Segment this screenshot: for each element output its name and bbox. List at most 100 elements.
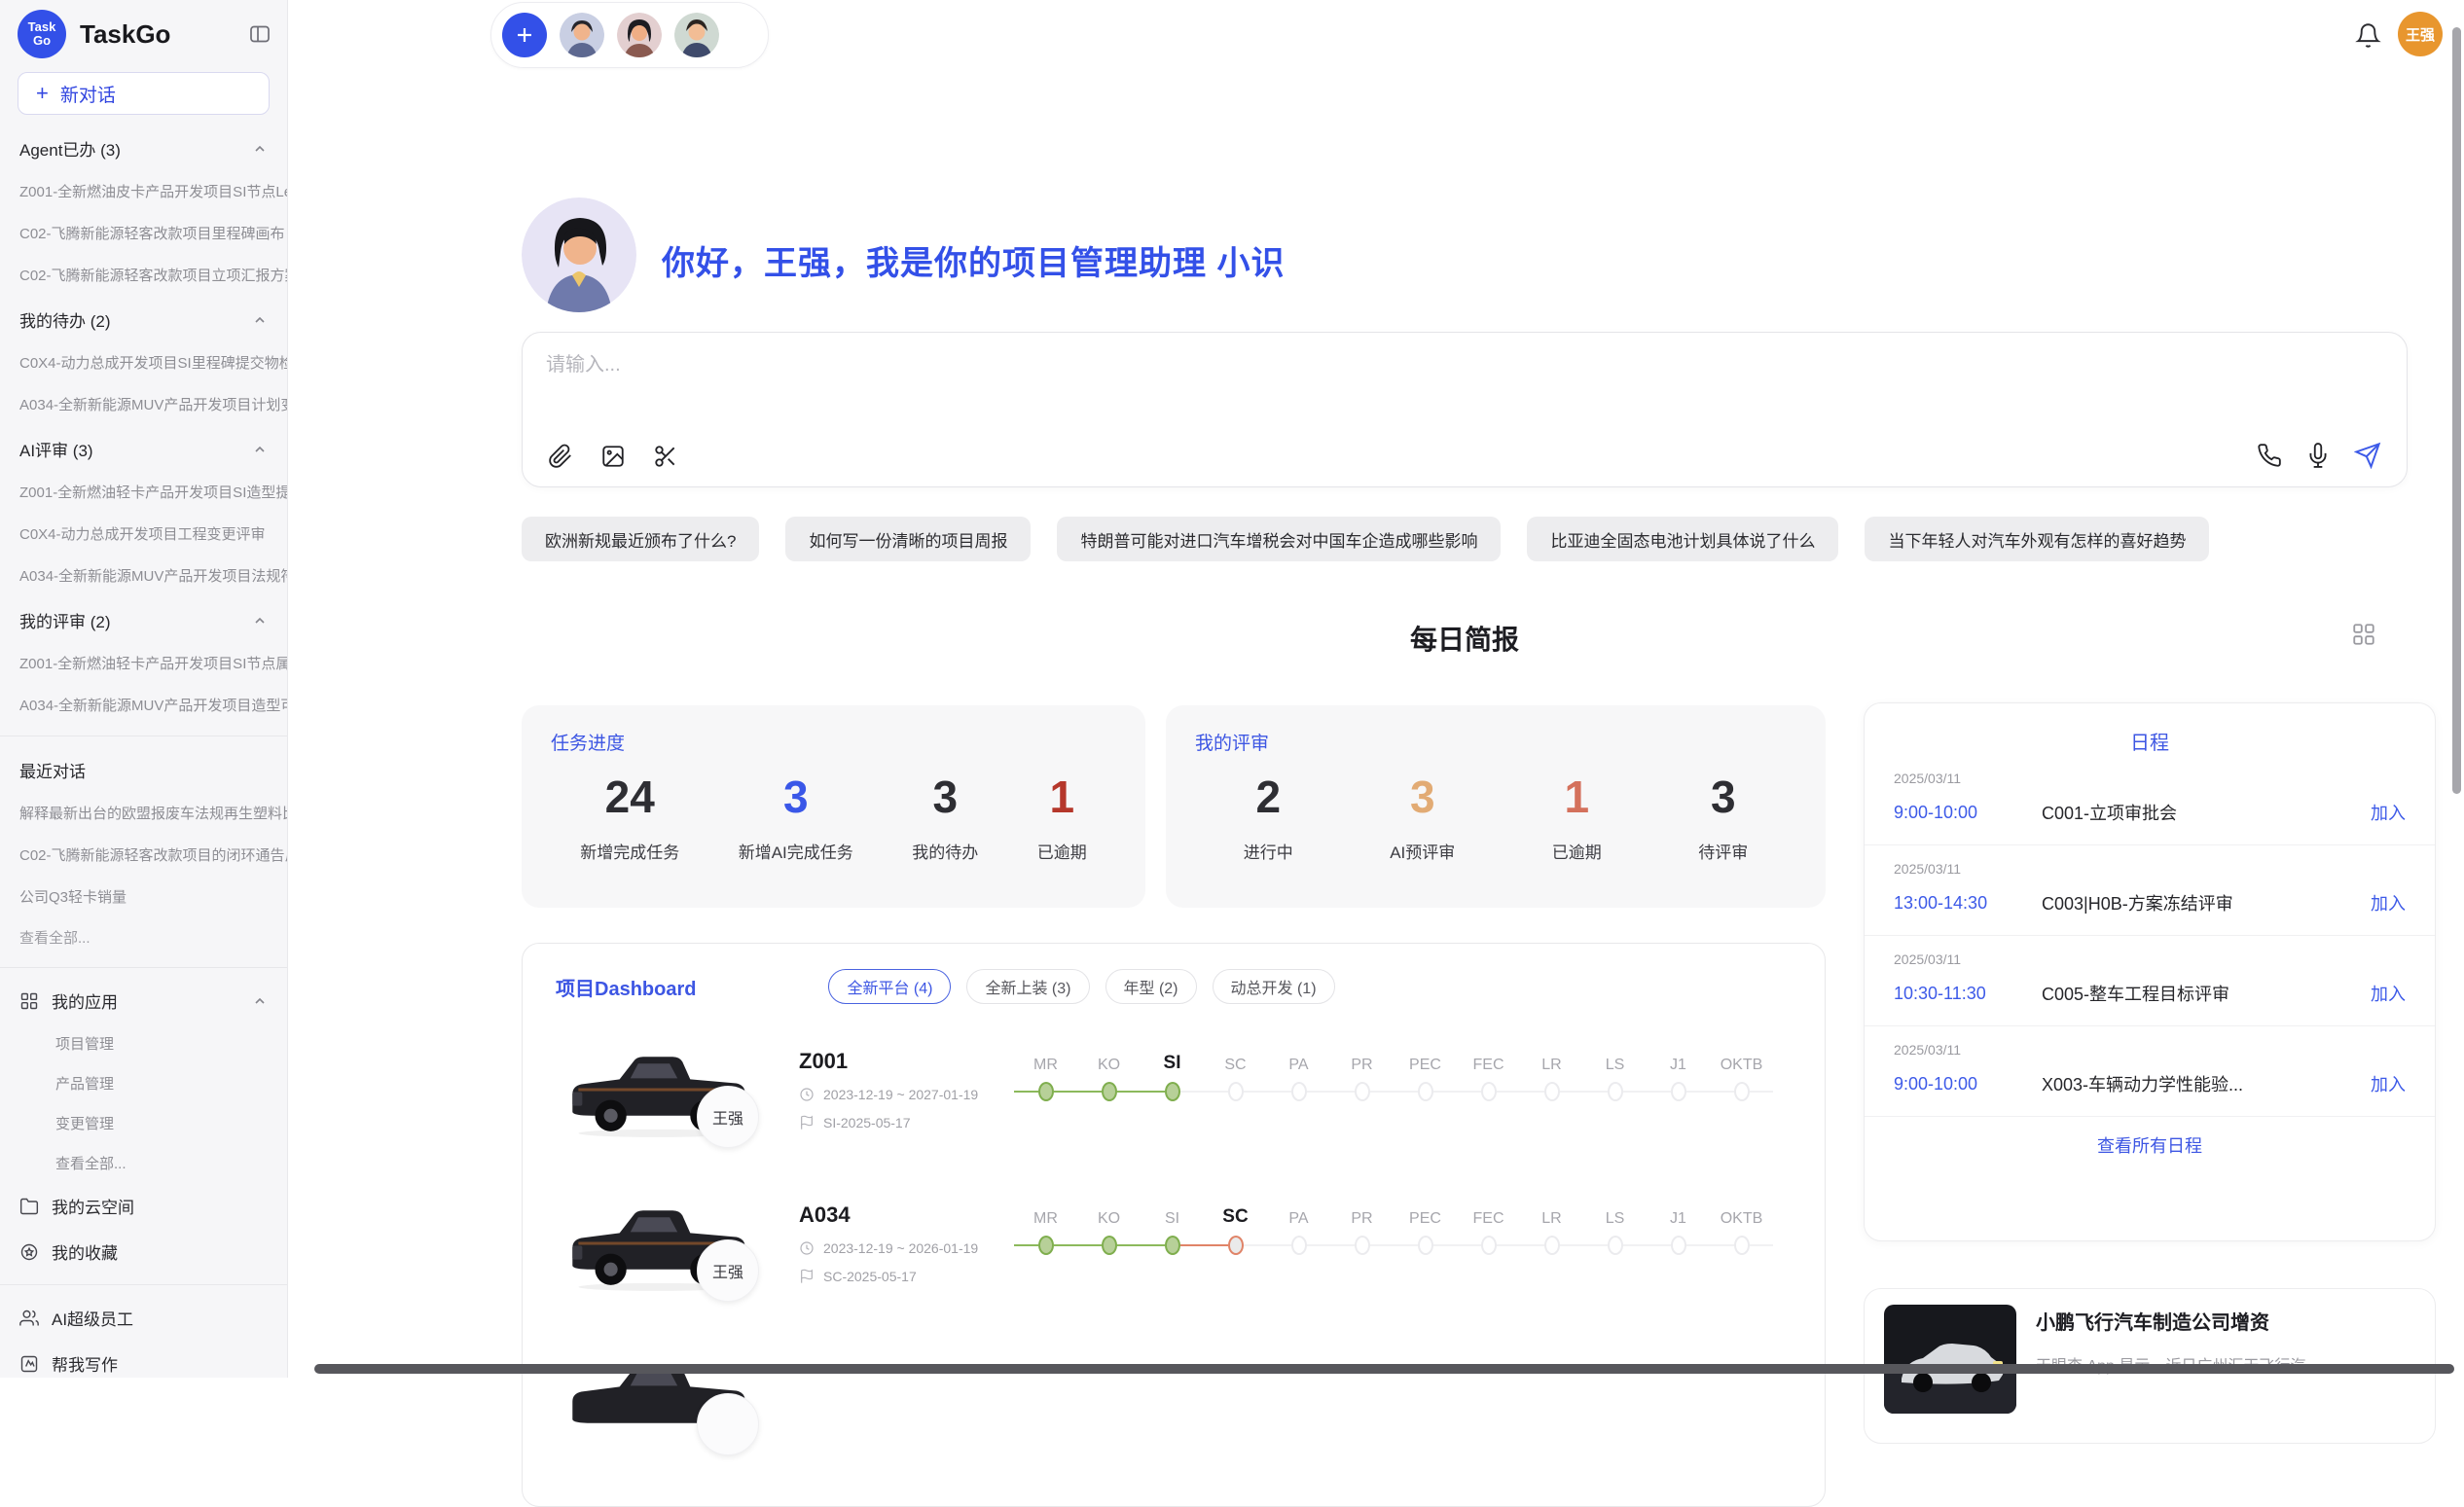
milestone-si: SI (1141, 1201, 1204, 1256)
stat-value: 1 (1552, 769, 1602, 825)
filter-new-body[interactable]: 全新上装 (3) (966, 969, 1089, 1004)
chevron-up-icon[interactable] (252, 993, 268, 1009)
sidebar-item-my-favorites[interactable]: 我的收藏 (0, 1229, 287, 1274)
filter-new-platform[interactable]: 全新平台 (4) (828, 969, 951, 1004)
filter-model-year[interactable]: 年型 (2) (1105, 969, 1197, 1004)
suggestion-chip[interactable]: 当下年轻人对汽车外观有怎样的喜好趋势 (1865, 517, 2209, 561)
milestone-fec: FEC (1457, 1201, 1520, 1256)
list-item[interactable]: Z001-全新燃油皮卡产品开发项目SI节点Lesson Learn报告 (0, 170, 287, 212)
view-all-conversations[interactable]: 查看全部... (0, 917, 287, 957)
sidebar-item-help-me-write[interactable]: 帮我写作 (0, 1341, 287, 1378)
milestone-dot (1418, 1236, 1433, 1255)
milestone-dot (1481, 1082, 1497, 1101)
divider (0, 967, 287, 968)
list-item[interactable]: Z001-全新燃油轻卡产品开发项目SI造型提交物评审 (0, 471, 287, 513)
suggestion-chip[interactable]: 特朗普可能对进口汽车增税会对中国车企造成哪些影响 (1057, 517, 1501, 561)
stat-value: 2 (1244, 769, 1293, 825)
milestone-mr: MR (1014, 1201, 1077, 1256)
dashboard-filters: 全新平台 (4) 全新上装 (3) 年型 (2) 动总开发 (1) (828, 969, 1334, 1004)
list-item[interactable]: C02-飞腾新能源轻客改款项目立项汇报方案 (0, 254, 287, 296)
phone-icon[interactable] (2257, 443, 2282, 468)
notification-bell-icon[interactable] (2355, 22, 2381, 49)
project-milestone-flag: SC-2025-05-17 (799, 1269, 978, 1284)
stat-new-ai-completed: 3 新增AI完成任务 (739, 769, 853, 863)
chevron-up-icon[interactable] (252, 312, 268, 328)
view-all-schedule-link[interactable]: 查看所有日程 (1865, 1117, 2435, 1173)
schedule-meeting-title: C003|H0B-方案冻结评审 (2042, 890, 2371, 915)
new-chat-button[interactable]: + 新对话 (18, 72, 270, 115)
news-image (1884, 1305, 2016, 1414)
stat-review-overdue: 1 已逾期 (1552, 769, 1602, 863)
schedule-meeting-title: C001-立项审批会 (2042, 800, 2371, 825)
star-badge-icon (19, 1242, 39, 1262)
project-row[interactable]: 王强 Z001 2023-12-19 ~ 2027-01-19 SI-2025-… (523, 1027, 1825, 1181)
section-ai-review[interactable]: AI评审 (3) (0, 425, 287, 471)
schedule-item[interactable]: 2025/03/11 9:00-10:00 X003-车辆动力学性能验... 加… (1865, 1026, 2435, 1117)
sidebar-item-ai-super-staff[interactable]: AI超级员工 (0, 1295, 287, 1341)
app-item-change-management[interactable]: 变更管理 (0, 1103, 287, 1143)
sidebar-collapse-icon[interactable] (248, 22, 272, 46)
suggestion-chip[interactable]: 如何写一份清晰的项目周报 (785, 517, 1031, 561)
recent-conversation-item[interactable]: C02-飞腾新能源轻客改款项目的闭环通告反馈情况 (0, 834, 287, 876)
schedule-date: 2025/03/11 (1894, 771, 2406, 786)
join-link[interactable]: 加入 (2371, 890, 2406, 915)
sidebar-item-my-apps[interactable]: 我的应用 (0, 978, 287, 1023)
send-icon[interactable] (2354, 442, 2381, 469)
attachment-icon[interactable] (548, 444, 573, 469)
join-link[interactable]: 加入 (2371, 800, 2406, 825)
sidebar-item-my-cloud[interactable]: 我的云空间 (0, 1183, 287, 1229)
schedule-item[interactable]: 2025/03/11 9:00-10:00 C001-立项审批会 加入 (1865, 755, 2435, 845)
list-item[interactable]: A034-全新新能源MUV产品开发项目法规符合性评审 (0, 555, 287, 596)
layout-grid-icon[interactable] (2351, 622, 2376, 647)
milestone-pec: PEC (1394, 1201, 1457, 1256)
schedule-item[interactable]: 2025/03/11 13:00-14:30 C003|H0B-方案冻结评审 加… (1865, 845, 2435, 936)
chevron-up-icon[interactable] (252, 442, 268, 457)
recent-conversation-item[interactable]: 解释最新出台的欧盟报废车法规再生塑料比例被调至15%... (0, 792, 287, 834)
list-item[interactable]: Z001-全新燃油轻卡产品开发项目SI节点属性5D文件评审 (0, 642, 287, 684)
section-my-review[interactable]: 我的评审 (2) (0, 596, 287, 642)
app-item-project-management[interactable]: 项目管理 (0, 1023, 287, 1063)
list-item[interactable]: C0X4-动力总成开发项目工程变更评审 (0, 513, 287, 555)
chevron-up-icon[interactable] (252, 613, 268, 628)
join-link[interactable]: 加入 (2371, 981, 2406, 1006)
recent-conversation-item[interactable]: 公司Q3轻卡销量 (0, 876, 287, 917)
milestone-pr: PR (1330, 1201, 1394, 1256)
chat-input[interactable] (546, 348, 2383, 409)
avatar[interactable] (674, 13, 719, 57)
section-my-todo[interactable]: 我的待办 (2) (0, 296, 287, 341)
milestone-dot (1481, 1236, 1497, 1255)
scissors-icon[interactable] (653, 444, 678, 469)
task-progress-card: 任务进度 24 新增完成任务 3 新增AI完成任务 3 我的待办 1 已逾期 (522, 705, 1145, 908)
milestone-oktb: OKTB (1710, 1201, 1773, 1256)
schedule-title: 日程 (1865, 727, 2435, 755)
stat-value: 3 (1698, 769, 1748, 825)
new-agent-button[interactable] (502, 13, 547, 57)
horizontal-scrollbar[interactable] (314, 1364, 2454, 1374)
list-item[interactable]: A034-全新新能源MUV产品开发项目造型可行性评审 (0, 684, 287, 726)
list-item[interactable]: C02-飞腾新能源轻客改款项目里程碑画布 (0, 212, 287, 254)
avatar[interactable] (560, 13, 604, 57)
schedule-item[interactable]: 2025/03/11 10:30-11:30 C005-整车工程目标评审 加入 (1865, 936, 2435, 1026)
suggestion-chip[interactable]: 比亚迪全固态电池计划具体说了什么 (1527, 517, 1838, 561)
schedule-date: 2025/03/11 (1894, 1042, 2406, 1058)
avatar[interactable] (617, 13, 662, 57)
chevron-up-icon[interactable] (252, 141, 268, 157)
stat-overdue: 1 已逾期 (1037, 769, 1087, 863)
view-all-apps[interactable]: 查看全部... (0, 1143, 287, 1183)
user-avatar[interactable]: 王强 (2398, 12, 2443, 56)
section-agent-done[interactable]: Agent已办 (3) (0, 125, 287, 170)
project-row[interactable]: 王强 A034 2023-12-19 ~ 2026-01-19 SC-2025-… (523, 1181, 1825, 1335)
image-icon[interactable] (600, 444, 626, 469)
project-row-partial[interactable] (523, 1335, 1825, 1489)
microphone-icon[interactable] (2305, 443, 2331, 468)
suggestion-chip[interactable]: 欧洲新规最近颁布了什么? (522, 517, 759, 561)
list-item[interactable]: A034-全新新能源MUV产品开发项目计划变更表编写 (0, 383, 287, 425)
app-item-product-management[interactable]: 产品管理 (0, 1063, 287, 1103)
list-item[interactable]: C0X4-动力总成开发项目SI里程碑提交物检查 (0, 341, 287, 383)
filter-powertrain[interactable]: 动总开发 (1) (1213, 969, 1335, 1004)
stat-label: 进行中 (1244, 839, 1293, 863)
clock-icon (799, 1087, 815, 1102)
schedule-card: 日程 2025/03/11 9:00-10:00 C001-立项审批会 加入 2… (1864, 702, 2436, 1241)
join-link[interactable]: 加入 (2371, 1071, 2406, 1096)
vertical-scrollbar[interactable] (2452, 27, 2461, 794)
